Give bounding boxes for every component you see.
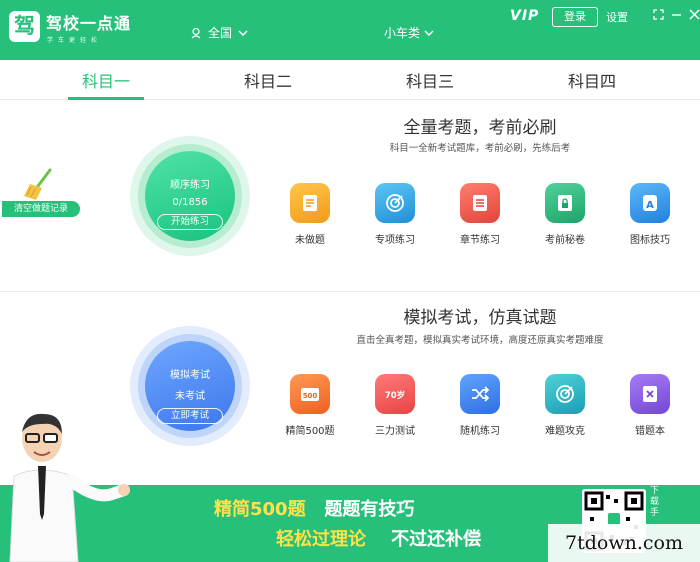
active-tab-indicator [68, 97, 144, 100]
icon-tips-label: 图标技巧 [630, 235, 670, 246]
exam-subtitle: 直击全真考题，模拟真实考试环境，高度还原真实考题难度 [356, 335, 604, 346]
random-practice-button[interactable]: 随机练习 [448, 374, 512, 437]
500-icon: 500 [290, 374, 330, 414]
broom-icon [24, 168, 52, 200]
practice-subtitle: 科目一全新考试题库，考前必刷，先练后考 [389, 143, 571, 154]
list-icon [460, 183, 500, 223]
site-watermark: 7tdown.com [548, 524, 700, 562]
banner-highlight-2: 轻松过理论 [276, 529, 366, 550]
sequential-practice-label: 顺序练习 [170, 180, 210, 191]
start-exam-button[interactable]: 立即考试 [157, 408, 223, 424]
location-icon [191, 27, 201, 38]
three-ability-test-label: 三力测试 [375, 426, 415, 437]
banner-highlight-1: 精简500题 [214, 499, 306, 520]
unanswered-label: 未做题 [295, 235, 325, 246]
region-label: 全国 [208, 26, 233, 40]
car-type-selector[interactable]: 小车类 [384, 24, 434, 41]
title-bar: 驾 驾校一点通 学车更轻松 全国 小车类 VIP 登录 设置 [0, 0, 700, 60]
target-icon [545, 374, 585, 414]
chapter-practice-button[interactable]: 章节练习 [448, 183, 512, 246]
download-app-label[interactable]: 下载手 [650, 486, 664, 519]
fullscreen-icon[interactable] [653, 9, 664, 20]
minimize-icon[interactable] [671, 9, 682, 20]
login-button[interactable]: 登录 [552, 7, 598, 27]
hard-questions-label: 难题攻克 [545, 426, 585, 437]
car-type-label: 小车类 [384, 26, 421, 40]
special-practice-label: 专项练习 [375, 235, 415, 246]
mascot-illustration [9, 413, 130, 562]
banner-text-2: 不过还补偿 [391, 529, 482, 550]
mock-exam-label: 模拟考试 [170, 370, 210, 381]
exam-status: 未考试 [175, 391, 205, 402]
region-selector[interactable]: 全国 [190, 24, 248, 41]
tab-subject-1[interactable]: 科目一 [46, 68, 166, 92]
three-ability-test-button[interactable]: 70岁 三力测试 [363, 374, 427, 437]
practice-progress: 0/1856 [172, 197, 208, 208]
tab-subject-2[interactable]: 科目二 [208, 68, 328, 92]
svg-text:500: 500 [303, 392, 318, 400]
banner-text-1: 题题有技巧 [324, 499, 415, 520]
letter-a-icon: A [630, 183, 670, 223]
clear-records-button[interactable]: 清空做题记录 [2, 201, 80, 217]
error-book-button[interactable]: 错题本 [618, 374, 682, 437]
simplified-500-label: 精简500题 [285, 426, 335, 437]
unanswered-button[interactable]: 未做题 [278, 183, 342, 246]
icon-tips-button[interactable]: A 图标技巧 [618, 183, 682, 246]
app-title: 驾校一点通 [46, 14, 132, 33]
target-icon [375, 183, 415, 223]
banner-line-2: 轻松过理论 不过还补偿 [276, 525, 481, 551]
practice-title: 全量考题，考前必刷 [403, 118, 557, 138]
mock-exam-circle[interactable]: 模拟考试 未考试 立即考试 [145, 341, 235, 431]
exam-title: 模拟考试，仿真试题 [403, 308, 557, 328]
error-book-icon [630, 374, 670, 414]
tab-subject-4[interactable]: 科目四 [532, 68, 652, 92]
simplified-500-button[interactable]: 500 精简500题 [278, 374, 342, 437]
app-logo: 驾 [9, 11, 40, 42]
settings-button[interactable]: 设置 [606, 9, 628, 25]
secret-paper-button[interactable]: 考前秘卷 [533, 183, 597, 246]
random-practice-label: 随机练习 [460, 426, 500, 437]
tab-subject-3[interactable]: 科目三 [370, 68, 490, 92]
section-divider [0, 291, 700, 292]
special-practice-button[interactable]: 专项练习 [363, 183, 427, 246]
secret-paper-label: 考前秘卷 [545, 235, 585, 246]
document-icon [290, 183, 330, 223]
chevron-down-icon [424, 30, 434, 36]
chapter-practice-label: 章节练习 [460, 235, 500, 246]
shuffle-icon [460, 374, 500, 414]
svg-text:70岁: 70岁 [385, 390, 405, 401]
start-practice-button[interactable]: 开始练习 [157, 214, 223, 230]
vip-button[interactable]: VIP [510, 8, 539, 24]
svg-text:A: A [646, 200, 654, 211]
error-book-label: 错题本 [635, 426, 665, 437]
hard-questions-button[interactable]: 难题攻克 [533, 374, 597, 437]
banner-line-1: 精简500题 题题有技巧 [214, 495, 414, 521]
close-icon[interactable] [689, 9, 700, 20]
app-subtitle: 学车更轻松 [47, 37, 103, 44]
subject-tabs: 科目一 科目二 科目三 科目四 [0, 60, 700, 100]
70-age-icon: 70岁 [375, 374, 415, 414]
lock-book-icon [545, 183, 585, 223]
chevron-down-icon [238, 30, 248, 36]
sequential-practice-circle[interactable]: 顺序练习 0/1856 开始练习 [145, 151, 235, 241]
